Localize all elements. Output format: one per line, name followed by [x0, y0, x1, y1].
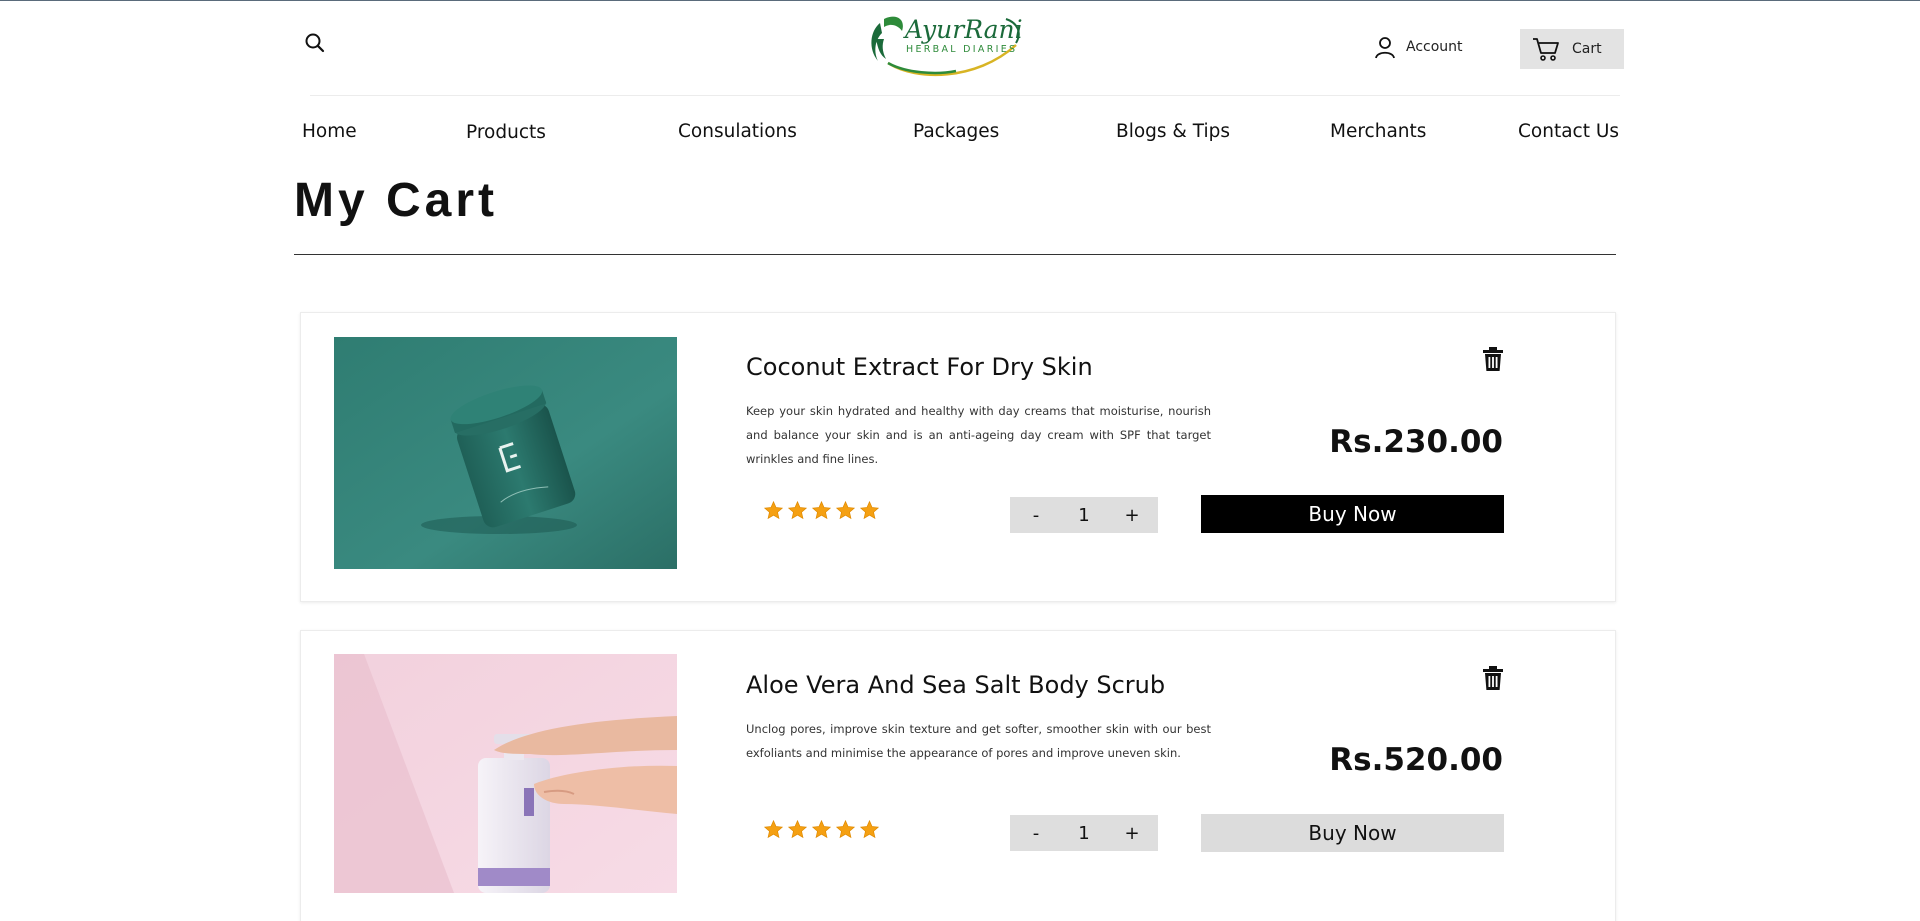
product-name[interactable]: Coconut Extract For Dry Skin	[746, 353, 1093, 381]
star-icon	[811, 819, 832, 839]
page-title: My Cart	[294, 174, 499, 227]
nav-item-products[interactable]: Products	[466, 122, 546, 143]
increase-quantity-button[interactable]: +	[1120, 505, 1144, 526]
buy-now-button[interactable]: Buy Now	[1201, 814, 1504, 852]
product-description: Unclog pores, improve skin texture and g…	[746, 722, 1211, 760]
product-price: Rs.230.00	[1329, 424, 1503, 460]
logo-name: AyurRani	[905, 15, 1023, 44]
cart-item-card: Aloe Vera And Sea Salt Body Scrub Unclog…	[300, 630, 1616, 921]
account-label: Account	[1406, 39, 1463, 55]
star-icon	[835, 819, 856, 839]
header-divider	[310, 95, 1620, 96]
product-description: Keep your skin hydrated and healthy with…	[746, 404, 1211, 466]
quantity-stepper: - 1 +	[1010, 815, 1158, 851]
nav-item-packages[interactable]: Packages	[913, 121, 999, 142]
pump-bottle-hands-photo-icon	[334, 654, 677, 893]
site-logo[interactable]: AyurRani HERBAL DIARIES	[866, 9, 1026, 77]
star-icon	[811, 500, 832, 520]
buy-now-button[interactable]: Buy Now	[1201, 495, 1504, 533]
star-icon	[859, 500, 880, 520]
star-icon	[763, 500, 784, 520]
product-name[interactable]: Aloe Vera And Sea Salt Body Scrub	[746, 671, 1165, 699]
increase-quantity-button[interactable]: +	[1120, 823, 1144, 844]
star-icon	[859, 819, 880, 839]
quantity-value[interactable]: 1	[1064, 505, 1104, 526]
trash-icon[interactable]	[1482, 665, 1504, 691]
quantity-stepper: - 1 +	[1010, 497, 1158, 533]
teal-cream-jar-photo-icon	[334, 337, 677, 569]
nav-item-consulations[interactable]: Consulations	[678, 121, 797, 142]
title-divider	[294, 254, 1616, 255]
nav-item-blogs-tips[interactable]: Blogs & Tips	[1116, 121, 1230, 142]
nav-item-merchants[interactable]: Merchants	[1330, 121, 1426, 142]
site-header: AyurRani HERBAL DIARIES Account Cart	[0, 1, 1920, 96]
product-image[interactable]	[334, 337, 677, 569]
product-image[interactable]	[334, 654, 677, 893]
quantity-value[interactable]: 1	[1064, 823, 1104, 844]
cart-item-card: Coconut Extract For Dry Skin Keep your s…	[300, 312, 1616, 602]
star-icon	[835, 500, 856, 520]
star-icon	[763, 819, 784, 839]
product-price: Rs.520.00	[1329, 742, 1503, 778]
cart-label: Cart	[1572, 41, 1602, 57]
decrease-quantity-button[interactable]: -	[1024, 505, 1048, 526]
decrease-quantity-button[interactable]: -	[1024, 823, 1048, 844]
user-icon	[1375, 37, 1395, 59]
nav-item-contact-us[interactable]: Contact Us	[1518, 121, 1619, 142]
search-icon[interactable]	[304, 32, 326, 54]
star-rating	[763, 500, 880, 521]
star-icon	[787, 819, 808, 839]
cart-button[interactable]: Cart	[1520, 29, 1624, 69]
star-icon	[787, 500, 808, 520]
main-nav: Home Products Consulations Packages Blog…	[0, 121, 1920, 151]
star-rating	[763, 819, 880, 840]
logo-tagline: HERBAL DIARIES	[906, 44, 1018, 55]
account-link[interactable]: Account	[1374, 32, 1463, 62]
trash-icon[interactable]	[1482, 346, 1504, 372]
shopping-cart-icon	[1533, 38, 1559, 61]
nav-item-home[interactable]: Home	[302, 121, 357, 142]
